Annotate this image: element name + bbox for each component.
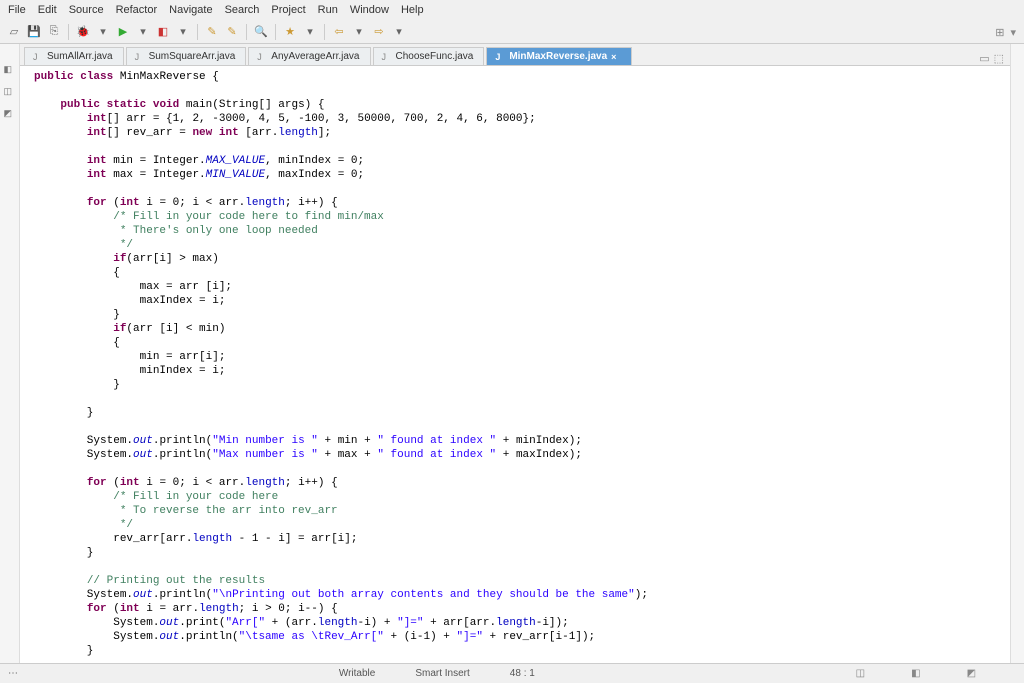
editor-tabs: J SumAllArr.java J SumSquareArr.java J AnyA…: [20, 44, 1010, 66]
status-left: ⋯: [8, 668, 18, 679]
java-file-icon: J: [33, 52, 43, 62]
status-icon[interactable]: ◫: [856, 668, 865, 679]
new-class-icon[interactable]: ✎: [204, 24, 220, 40]
perspective-switcher[interactable]: ⊞ ▾: [995, 26, 1016, 39]
menu-project[interactable]: Project: [267, 2, 309, 18]
debug-icon[interactable]: 🐞: [75, 24, 91, 40]
tab-sumallarr[interactable]: J SumAllArr.java: [24, 47, 124, 65]
back-icon[interactable]: ⇦: [331, 24, 347, 40]
new-package-icon[interactable]: ✎: [224, 24, 240, 40]
dropdown-icon[interactable]: ▾: [175, 24, 191, 40]
menu-navigate[interactable]: Navigate: [165, 2, 216, 18]
outline-icon[interactable]: ◧: [4, 64, 16, 76]
menu-refactor[interactable]: Refactor: [112, 2, 162, 18]
tab-anyaveragearr[interactable]: J AnyAverageArr.java: [248, 47, 370, 65]
menu-run[interactable]: Run: [314, 2, 342, 18]
java-file-icon: J: [495, 52, 505, 62]
dropdown-icon[interactable]: ▾: [391, 24, 407, 40]
tab-sumsquarearr[interactable]: J SumSquareArr.java: [126, 47, 247, 65]
forward-icon[interactable]: ⇨: [371, 24, 387, 40]
dropdown-icon[interactable]: ▾: [351, 24, 367, 40]
dropdown-icon[interactable]: ▾: [95, 24, 111, 40]
new-icon[interactable]: ▱: [6, 24, 22, 40]
status-cursor-pos: 48 : 1: [510, 668, 535, 679]
tab-label: SumSquareArr.java: [149, 51, 236, 62]
tab-minmaxreverse[interactable]: J MinMaxReverse.java ×: [486, 47, 632, 65]
dropdown-icon[interactable]: ▾: [302, 24, 318, 40]
ext-tools-icon[interactable]: ◧: [155, 24, 171, 40]
status-writable: Writable: [339, 668, 376, 679]
menu-edit[interactable]: Edit: [34, 2, 61, 18]
menu-bar: File Edit Source Refactor Navigate Searc…: [0, 0, 1024, 20]
tab-label: ChooseFunc.java: [396, 51, 474, 62]
toolbar: ▱ 💾 ⎘ 🐞 ▾ ▶ ▾ ◧ ▾ ✎ ✎ 🔍 ★ ▾ ⇦ ▾ ⇨ ▾: [0, 20, 1024, 44]
tab-label: MinMaxReverse.java: [509, 51, 607, 62]
tab-label: AnyAverageArr.java: [271, 51, 359, 62]
source-code[interactable]: public class MinMaxReverse { public stat…: [20, 66, 1010, 663]
save-all-icon[interactable]: ⎘: [46, 24, 62, 40]
save-icon[interactable]: 💾: [26, 24, 42, 40]
tab-label: SumAllArr.java: [47, 51, 113, 62]
close-icon[interactable]: ×: [611, 52, 621, 62]
code-editor[interactable]: public class MinMaxReverse { public stat…: [20, 66, 1010, 663]
left-trim: ◧ ◫ ◩: [0, 44, 20, 663]
menu-source[interactable]: Source: [65, 2, 108, 18]
status-icon[interactable]: ◧: [911, 668, 920, 679]
java-file-icon: J: [135, 52, 145, 62]
java-file-icon: J: [257, 52, 267, 62]
menu-file[interactable]: File: [4, 2, 30, 18]
minimize-icon[interactable]: ▭: [979, 52, 989, 65]
toggle-mark-icon[interactable]: ★: [282, 24, 298, 40]
perspective-icon[interactable]: ⊞: [995, 26, 1004, 39]
tasks-icon[interactable]: ◩: [4, 108, 16, 120]
dropdown-icon[interactable]: ▾: [135, 24, 151, 40]
menu-window[interactable]: Window: [346, 2, 393, 18]
maximize-icon[interactable]: ⬚: [994, 52, 1004, 65]
menu-search[interactable]: Search: [221, 2, 264, 18]
status-icon[interactable]: ◩: [967, 668, 976, 679]
run-icon[interactable]: ▶: [115, 24, 131, 40]
dropdown-icon[interactable]: ▾: [1010, 26, 1016, 39]
tab-choosefunc[interactable]: J ChooseFunc.java: [373, 47, 485, 65]
overview-ruler: [1010, 44, 1024, 663]
package-explorer-icon[interactable]: ◫: [4, 86, 16, 98]
java-file-icon: J: [382, 52, 392, 62]
search-icon[interactable]: 🔍: [253, 24, 269, 40]
status-bar: ⋯ Writable Smart Insert 48 : 1 ◫ ◧ ◩: [0, 663, 1024, 683]
menu-help[interactable]: Help: [397, 2, 428, 18]
status-insert-mode: Smart Insert: [415, 668, 469, 679]
